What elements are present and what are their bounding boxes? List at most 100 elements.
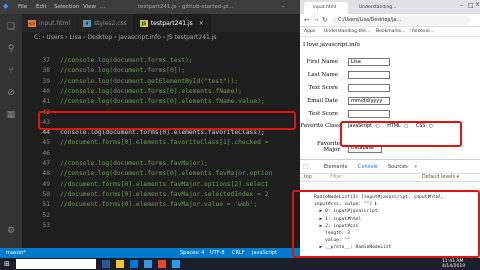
label-text-score: Text Score: [308, 85, 338, 91]
code-line[interactable]: //console.log(document.forms.test);: [60, 57, 193, 64]
line-number: 39: [42, 77, 50, 85]
code-line[interactable]: //document.forms[0].elements.favMajor.va…: [60, 201, 257, 208]
edge-icon[interactable]: [130, 260, 138, 268]
forward-icon[interactable]: →: [313, 16, 319, 24]
console-levels[interactable]: Default levels ▾: [422, 175, 459, 180]
chrome-tab-understanding[interactable]: Understanding...: [350, 2, 396, 14]
menu-edit[interactable]: Edit: [36, 4, 47, 10]
inspect-icon[interactable]: ⬚: [303, 163, 309, 170]
code-line[interactable]: //console.log(document.forms[0].elements…: [60, 98, 265, 105]
date-input[interactable]: mm/dd/yyyy: [348, 97, 390, 105]
code-line[interactable]: //document.forms[0].elements.favMajor.op…: [60, 181, 269, 188]
explorer-icon[interactable]: ❏: [6, 22, 16, 32]
devtools-tab-elements[interactable]: Elements: [324, 164, 347, 170]
taskbar-search-box[interactable]: [16, 259, 96, 269]
settings-gear-icon[interactable]: ⚙: [6, 226, 16, 236]
last-name-input[interactable]: [348, 71, 390, 79]
line-number: 37: [42, 57, 50, 64]
chrome-tab-strip: input.html Understanding... – □ ×: [300, 0, 480, 14]
close-tab-icon[interactable]: ×: [199, 20, 204, 27]
line-number: 48: [42, 170, 50, 178]
code-line[interactable]: //document.forms[0].elements.favMajor.se…: [60, 191, 269, 198]
reload-icon[interactable]: ↻: [322, 16, 328, 24]
tab-testpart241-js[interactable]: JS testpart241.js ×: [133, 14, 211, 32]
devtools-tab-console[interactable]: Console: [358, 164, 378, 170]
address-bar-row: ← → ↻ C:/Users/Lisa/Desktop/ja...: [300, 14, 480, 27]
page-intro: I love javascript.info: [303, 42, 360, 48]
code-line[interactable]: //console.log(document.getElementById("t…: [60, 78, 238, 85]
line-number: 45: [42, 139, 50, 147]
label-first-name: First Name: [306, 59, 338, 65]
devtools-tab-sources[interactable]: Sources: [388, 164, 408, 170]
html-file-icon: <>: [28, 19, 36, 27]
extensions-icon[interactable]: ▦: [6, 110, 16, 120]
code-line[interactable]: //document.forms[0].elements.favoriteCla…: [60, 139, 269, 146]
js-file-icon: JS: [139, 19, 148, 27]
window-title: testpart241.js - github-started-pi...: [138, 4, 234, 10]
vscode-taskbar-icon[interactable]: [172, 260, 180, 268]
breadcrumb[interactable]: C: › Users › Lisa › Desktop › javascript…: [22, 32, 300, 44]
highlight-console-output: [292, 190, 480, 258]
code-line[interactable]: //console.log(document.forms[0].elements…: [60, 88, 242, 95]
store-icon[interactable]: [144, 260, 152, 268]
menu-selection[interactable]: Selection: [54, 4, 79, 10]
branch-indicator[interactable]: master*: [6, 250, 26, 256]
menu-file[interactable]: File: [18, 4, 27, 10]
bookmark-bookmarks[interactable]: Bookmarks...: [376, 29, 405, 34]
close-window-icon[interactable]: ×: [475, 1, 480, 8]
line-ending[interactable]: CRLF: [232, 250, 245, 256]
minimize-button[interactable]: –: [282, 4, 285, 10]
devtools-tab-more[interactable]: »: [414, 164, 417, 170]
code-line[interactable]: //console.log(document.forms.favMajor);: [60, 160, 208, 167]
bookmarks-bar: Apps Understanding the... Bookmarks... R…: [300, 27, 480, 37]
code-editor[interactable]: 37 //console.log(document.forms.test); 38 /…: [22, 44, 300, 258]
line-number: 38: [42, 67, 50, 75]
tab-input-html[interactable]: <> input.html: [22, 14, 78, 32]
indentation[interactable]: Spaces: 4: [180, 250, 204, 256]
highlighted-code-line[interactable]: console.log(document.forms[0].elements.f…: [60, 129, 265, 136]
chrome-taskbar-icon[interactable]: [158, 260, 166, 268]
status-bar: master* Spaces: 4 UTF-8 CRLF JavaScript: [0, 248, 300, 258]
line-number: 47: [42, 160, 50, 167]
tab-styles2-css[interactable]: # styles2.css: [77, 14, 134, 32]
source-control-icon[interactable]: ⑂: [6, 66, 16, 76]
chrome-tab-input[interactable]: input.html: [304, 2, 348, 14]
label-favorite-class: Favorite Class: [300, 123, 340, 129]
console-filter[interactable]: Filter: [330, 175, 342, 180]
file-explorer-icon[interactable]: [116, 260, 124, 268]
menu-view[interactable]: View: [83, 4, 96, 10]
task-view-icon[interactable]: [102, 260, 110, 268]
vscode-title-bar: ◆ File Edit Selection View ... testpart2…: [0, 0, 300, 14]
maximize-icon[interactable]: □: [468, 2, 474, 9]
code-line[interactable]: //console.log(document.forms[0].elements…: [60, 170, 272, 177]
highlight-code-line: [38, 111, 296, 130]
console-toolbar: top Filter Default levels ▾: [300, 173, 480, 182]
test-score-input[interactable]: [348, 110, 390, 118]
line-number: 49: [42, 180, 50, 188]
encoding[interactable]: UTF-8: [210, 250, 225, 256]
line-number: 51: [42, 201, 50, 209]
vscode-logo-icon: ◆: [3, 2, 9, 10]
bookmark-recover[interactable]: Recover...: [412, 29, 434, 34]
back-icon[interactable]: ←: [304, 16, 310, 24]
clock-date[interactable]: 4/14/2019: [442, 264, 465, 269]
url-input[interactable]: C:/Users/Lisa/Desktop/ja...: [332, 16, 470, 25]
first-name-input[interactable]: Lisa: [348, 58, 390, 66]
label-test-score: Test Score: [308, 111, 338, 117]
search-icon[interactable]: ⚲: [6, 44, 16, 54]
windows-start-icon[interactable]: ⊞: [4, 260, 12, 268]
debug-icon[interactable]: ⊘: [6, 88, 16, 98]
highlight-radio-group: [340, 121, 462, 147]
line-number: 44: [42, 129, 50, 137]
language-mode[interactable]: JavaScript: [252, 250, 277, 256]
console-context[interactable]: top: [304, 175, 312, 180]
minimize-icon[interactable]: –: [460, 2, 463, 9]
text-score-input[interactable]: [348, 84, 390, 92]
bookmark-apps[interactable]: Apps: [304, 29, 315, 34]
bookmark-understanding[interactable]: Understanding the...: [324, 29, 370, 34]
menu-more[interactable]: ...: [100, 4, 105, 10]
code-line[interactable]: //console.log(document.forms[0]);: [60, 67, 185, 74]
line-number: 46: [42, 149, 50, 157]
line-number: 50: [42, 190, 50, 198]
css-file-icon: #: [83, 19, 92, 27]
